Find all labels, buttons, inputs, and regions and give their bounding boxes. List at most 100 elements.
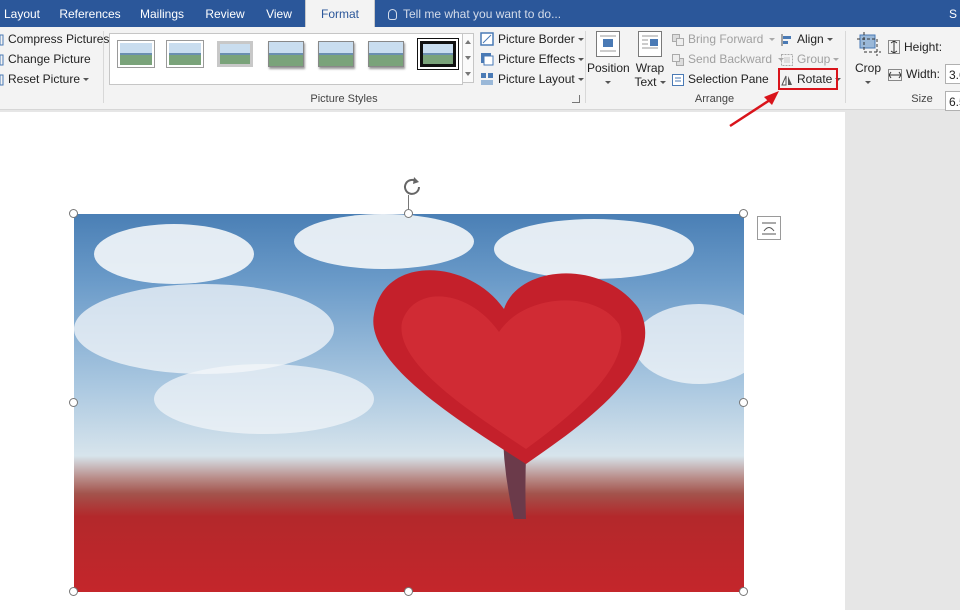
position-label: Position bbox=[587, 61, 630, 75]
resize-handle-top[interactable] bbox=[404, 209, 413, 218]
picture-border-icon bbox=[480, 32, 494, 51]
chevron-down-icon bbox=[659, 81, 666, 84]
tab-view[interactable]: View bbox=[258, 0, 300, 27]
selection-pane-icon bbox=[672, 73, 684, 91]
group-divider bbox=[845, 31, 846, 103]
bring-forward-button[interactable]: Bring Forward bbox=[672, 30, 776, 51]
picture-style-thumb[interactable] bbox=[318, 41, 354, 67]
group-label: Group bbox=[797, 52, 831, 66]
crop-icon bbox=[856, 31, 881, 57]
picture-border-button[interactable]: Picture Border bbox=[480, 30, 584, 48]
height-field: Height: bbox=[888, 38, 942, 56]
tell-me-box[interactable]: Tell me what you want to do... bbox=[388, 0, 561, 27]
picture-style-thumb[interactable] bbox=[420, 41, 456, 67]
height-input[interactable]: 3.6 bbox=[945, 64, 960, 84]
resize-handle-top-right[interactable] bbox=[739, 209, 748, 218]
align-icon bbox=[781, 33, 793, 51]
position-button[interactable]: Position bbox=[587, 31, 630, 89]
heart-tree-picture[interactable] bbox=[74, 214, 744, 592]
picture-style-thumb[interactable] bbox=[167, 41, 203, 67]
width-field: Width: bbox=[888, 65, 940, 83]
resize-handle-bottom-left[interactable] bbox=[69, 587, 78, 596]
picture-style-thumb[interactable] bbox=[268, 41, 304, 67]
change-picture-button[interactable]: Change Picture bbox=[0, 50, 91, 68]
picture-styles-label: Picture Styles bbox=[310, 93, 378, 105]
align-label: Align bbox=[797, 32, 824, 46]
send-backward-icon bbox=[672, 53, 684, 71]
change-picture-label: Change Picture bbox=[8, 52, 91, 66]
picture-layout-label: Picture Layout bbox=[498, 72, 575, 86]
wrap-text-label-2: Text bbox=[632, 75, 668, 89]
chevron-down-icon bbox=[577, 38, 584, 41]
compress-pictures-button[interactable]: Compress Pictures bbox=[0, 30, 109, 48]
ribbon-tab-bar: Layout References Mailings Review View F… bbox=[0, 0, 960, 28]
align-button[interactable]: Align bbox=[781, 30, 833, 48]
selection-pane-label: Selection Pane bbox=[688, 72, 769, 86]
tell-me-text: Tell me what you want to do... bbox=[403, 7, 562, 21]
picture-effects-button[interactable]: Picture Effects bbox=[480, 50, 585, 71]
chevron-down-icon bbox=[769, 38, 776, 41]
wrap-text-label-2-text: Text bbox=[634, 75, 657, 89]
compress-icon bbox=[0, 33, 4, 51]
height-icon bbox=[888, 40, 900, 59]
group-divider bbox=[585, 31, 586, 103]
reset-picture-icon bbox=[0, 73, 4, 91]
size-label: Size bbox=[911, 93, 933, 105]
crop-button[interactable]: Crop bbox=[851, 31, 885, 89]
scroll-up-icon bbox=[465, 40, 471, 44]
crop-label: Crop bbox=[854, 61, 881, 75]
layout-options-icon bbox=[762, 222, 776, 235]
arrange-label: Arrange bbox=[694, 93, 735, 105]
tab-review[interactable]: Review bbox=[200, 0, 250, 27]
tab-layout[interactable]: Layout bbox=[0, 0, 44, 27]
picture-style-thumb[interactable] bbox=[118, 41, 154, 67]
width-icon bbox=[888, 68, 902, 86]
tab-mailings[interactable]: Mailings bbox=[132, 0, 192, 27]
bring-forward-icon bbox=[672, 33, 684, 51]
reset-picture-label: Reset Picture bbox=[8, 72, 81, 86]
gallery-scroll[interactable] bbox=[462, 33, 474, 83]
wrap-text-icon bbox=[638, 31, 662, 57]
chevron-down-icon bbox=[605, 81, 611, 84]
rotate-highlight-box bbox=[778, 68, 838, 90]
picture-styles-gallery bbox=[109, 33, 463, 85]
picture-effects-icon bbox=[480, 52, 494, 71]
chevron-down-icon bbox=[83, 78, 90, 81]
layout-options-button[interactable] bbox=[757, 216, 781, 240]
gallery-more-icon bbox=[465, 72, 471, 76]
height-label: Height: bbox=[904, 40, 943, 54]
compress-pictures-label: Compress Pictures bbox=[8, 32, 110, 46]
reset-picture-button[interactable]: Reset Picture bbox=[0, 70, 90, 91]
width-label: Width: bbox=[906, 67, 941, 81]
share-button[interactable]: S bbox=[949, 0, 957, 28]
picture-border-label: Picture Border bbox=[498, 32, 575, 46]
picture-style-thumb[interactable] bbox=[368, 41, 404, 67]
group-divider bbox=[103, 31, 104, 103]
chevron-down-icon bbox=[865, 81, 871, 84]
group-button[interactable]: Group bbox=[781, 50, 840, 68]
resize-handle-top-left[interactable] bbox=[69, 209, 78, 218]
send-backward-button[interactable]: Send Backward bbox=[672, 50, 785, 71]
chevron-down-icon bbox=[577, 78, 584, 81]
annotation-arrow-icon bbox=[729, 91, 779, 128]
picture-effects-label: Picture Effects bbox=[498, 52, 576, 66]
wrap-text-button[interactable]: Wrap Text bbox=[632, 31, 668, 89]
rotation-handle-icon[interactable] bbox=[400, 174, 424, 198]
scroll-down-icon bbox=[465, 56, 471, 60]
heart-tree-illustration bbox=[373, 270, 646, 519]
picture-layout-button[interactable]: Picture Layout bbox=[480, 70, 584, 88]
tab-format[interactable]: Format bbox=[305, 0, 375, 28]
bring-forward-label: Bring Forward bbox=[688, 32, 764, 46]
resize-handle-left[interactable] bbox=[69, 398, 78, 407]
picture-style-thumb[interactable] bbox=[217, 41, 253, 67]
resize-handle-bottom[interactable] bbox=[404, 587, 413, 596]
resize-handle-bottom-right[interactable] bbox=[739, 587, 748, 596]
picture-styles-launcher-icon[interactable] bbox=[572, 95, 580, 103]
chevron-down-icon bbox=[833, 58, 840, 61]
tab-references[interactable]: References bbox=[54, 0, 126, 27]
send-backward-label: Send Backward bbox=[688, 52, 773, 66]
chevron-down-icon bbox=[578, 58, 585, 61]
change-picture-icon bbox=[0, 53, 4, 71]
position-icon bbox=[596, 31, 620, 57]
resize-handle-right[interactable] bbox=[739, 398, 748, 407]
